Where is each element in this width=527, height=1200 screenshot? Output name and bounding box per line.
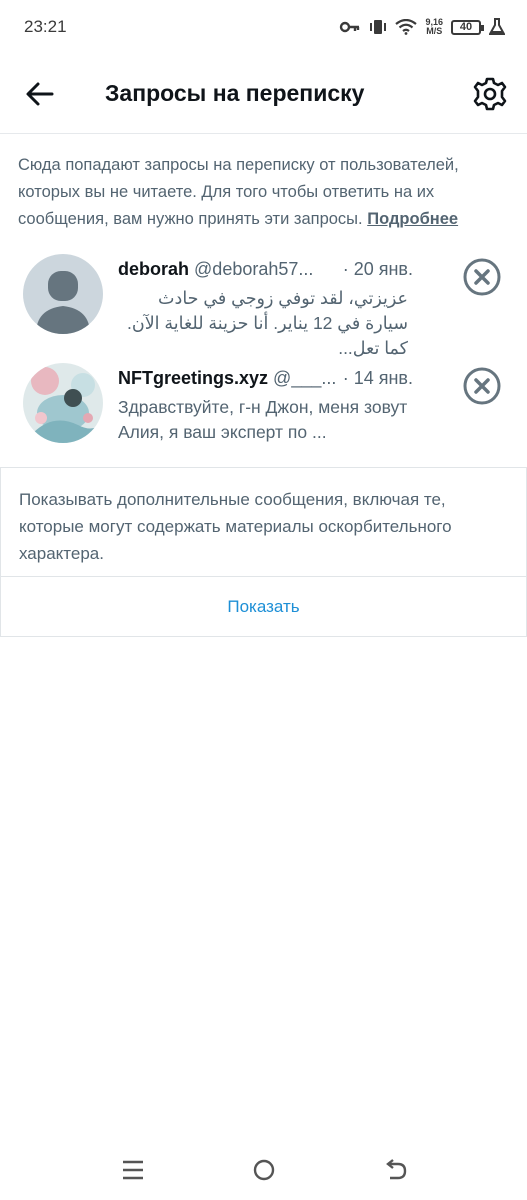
status-bar: 23:21 9,16 M/S 40: [0, 0, 527, 54]
header: Запросы на переписку: [0, 54, 527, 134]
battery-indicator: 40: [451, 19, 484, 35]
menu-icon[interactable]: [119, 1158, 147, 1182]
page-title: Запросы на переписку: [105, 80, 365, 106]
dismiss-request-icon[interactable]: [462, 366, 502, 406]
gear-icon[interactable]: [470, 74, 510, 114]
info-text: Сюда попадают запросы на переписку от по…: [18, 152, 514, 233]
flask-icon: [489, 18, 505, 35]
sender-handle: @___...: [273, 368, 337, 388]
avatar-default: [23, 254, 103, 334]
message-preview: عزيزتي، لقد توفي زوجي في حادث سيارة في 1…: [126, 288, 408, 358]
wifi-icon: [395, 19, 418, 35]
sender-name: NFTgreetings.xyz: [118, 368, 269, 388]
default-avatar-icon: [23, 254, 103, 334]
back-icon[interactable]: [382, 1158, 410, 1182]
request-date: · 14 янв.: [338, 365, 413, 391]
show-button[interactable]: Показать: [1, 577, 526, 637]
request-date: · 20 янв.: [338, 256, 413, 282]
home-icon[interactable]: [250, 1158, 278, 1182]
avatar-nftgreetings: [23, 363, 103, 443]
message-request-1[interactable]: deborah @deborah57... · 20 янв. عزيزتي، …: [0, 254, 527, 364]
message-preview: Здравствуйте, г-н Джон, меня зовут Алия,…: [118, 397, 408, 442]
back-arrow-icon[interactable]: [22, 76, 58, 112]
painted-avatar-icon: [23, 363, 103, 443]
request-header: deborah @deborah57... · 20 янв.: [118, 256, 413, 282]
additional-messages-description: Показывать дополнительные сообщения, вкл…: [19, 490, 452, 563]
key-icon: [340, 21, 360, 33]
sender-handle: @deborah57...: [194, 259, 314, 279]
system-nav-bar: [0, 1140, 527, 1200]
net-speed: 9,16 M/S: [425, 17, 443, 36]
status-icons: 9,16 M/S 40: [339, 18, 505, 36]
sender-name: deborah: [118, 259, 190, 279]
status-time: 23:21: [24, 17, 67, 36]
vibrate-icon: [370, 20, 387, 34]
dismiss-request-icon[interactable]: [462, 257, 502, 297]
learn-more-link[interactable]: Подробнее: [367, 210, 458, 228]
request-header: NFTgreetings.xyz @___... · 14 янв.: [118, 365, 413, 391]
additional-messages-box: Показывать дополнительные сообщения, вкл…: [0, 467, 527, 637]
message-request-2[interactable]: NFTgreetings.xyz @___... · 14 янв. Здрав…: [0, 363, 527, 473]
